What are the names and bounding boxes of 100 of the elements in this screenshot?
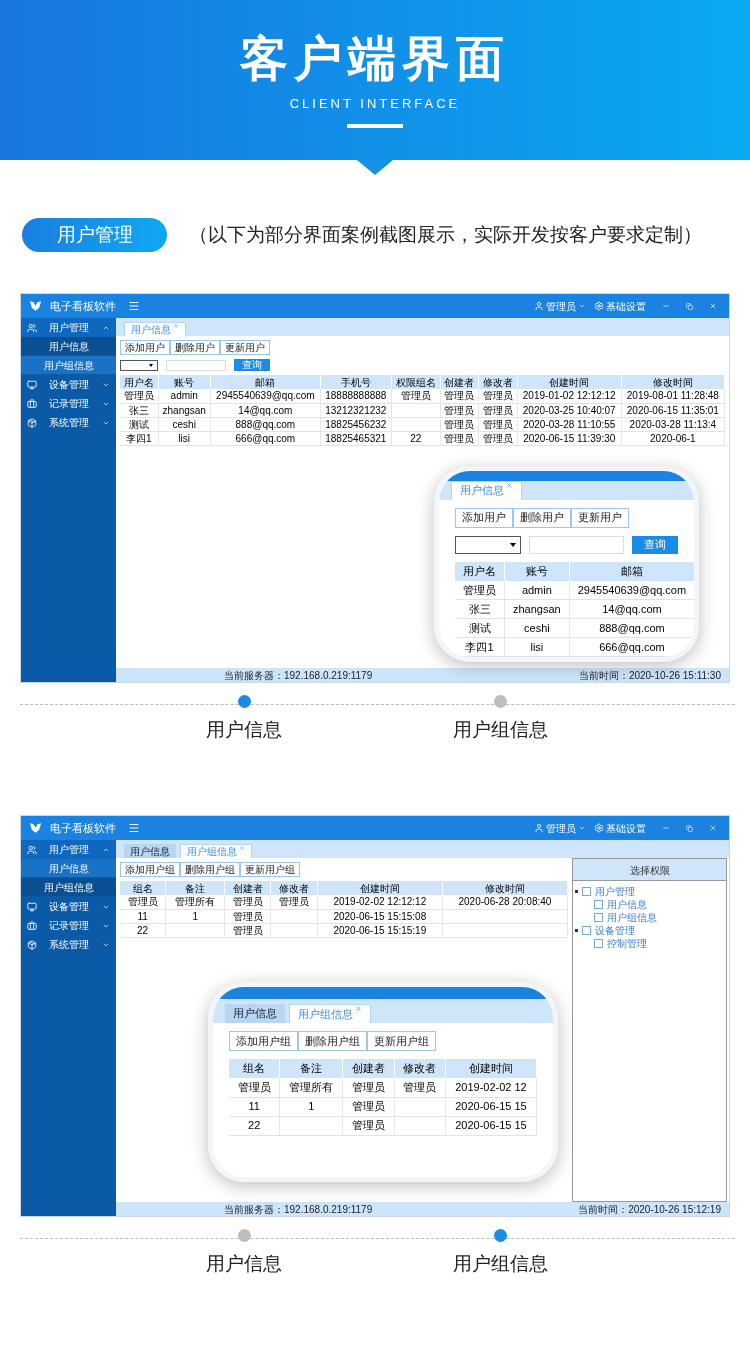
column-header: 修改时间 <box>442 881 568 895</box>
sidebar-subitem[interactable]: 用户信息 <box>21 337 116 356</box>
table-cell: 22 <box>391 431 441 445</box>
search-field[interactable] <box>166 359 226 371</box>
logo-icon <box>29 822 42 834</box>
column-header: 创建时间 <box>317 881 443 895</box>
sidebar-subitem[interactable]: 用户组信息 <box>21 878 116 897</box>
query-button[interactable]: 查询 <box>234 359 270 371</box>
table-cell: 管理员 <box>224 895 271 909</box>
close-icon[interactable] <box>355 1005 362 1012</box>
column-header: 修改者 <box>270 881 318 895</box>
table-cell: 2020-06-15 15 <box>445 1116 537 1135</box>
menu-icon[interactable] <box>128 300 140 312</box>
toolbar-button[interactable]: 更新用户 <box>571 507 629 528</box>
checkbox[interactable] <box>582 887 591 896</box>
user-icon <box>534 823 544 833</box>
table-cell: 2020-06-15 15 <box>445 1097 537 1116</box>
table-cell: 2020-03-28 11:13:4 <box>621 417 725 431</box>
table-cell: 管理员 <box>394 1078 446 1097</box>
tree-label: 用户信息 <box>607 898 647 912</box>
checkbox[interactable] <box>594 939 603 948</box>
sidebar-subitem[interactable]: 用户组信息 <box>21 356 116 375</box>
toolbar-button[interactable]: 添加用户组 <box>120 862 180 877</box>
menu-icon[interactable] <box>128 822 140 834</box>
table-cell: 2020-03-28 11:10:55 <box>517 417 622 431</box>
settings-button[interactable]: 基础设置 <box>594 820 646 836</box>
toolbar-button[interactable]: 删除用户组 <box>180 862 240 877</box>
table-cell: 2019-02-02 12 <box>445 1078 537 1097</box>
table-cell: 管理员 <box>440 431 479 445</box>
table-cell: 管理员 <box>342 1097 394 1116</box>
query-button[interactable]: 查询 <box>632 535 678 554</box>
settings-button[interactable]: 基础设置 <box>594 298 646 314</box>
checkbox[interactable] <box>594 900 603 909</box>
menu-item-icon <box>27 939 37 950</box>
close-icon[interactable] <box>239 845 245 851</box>
checkbox[interactable] <box>582 926 591 935</box>
toolbar-button[interactable]: 更新用户 <box>220 340 270 355</box>
table-cell: 测试 <box>455 618 505 638</box>
table-cell: 张三 <box>120 403 158 417</box>
restore-icon[interactable] <box>686 302 693 310</box>
table-cell: 2020-06-15 15:15:19 <box>317 923 443 937</box>
tree-label: 设备管理 <box>595 924 635 938</box>
banner-pointer <box>357 160 393 175</box>
sidebar-item[interactable]: 用户管理 <box>21 840 116 859</box>
minimize-icon[interactable] <box>662 302 670 310</box>
user-menu[interactable]: 管理员 <box>534 820 586 836</box>
close-icon[interactable] <box>173 323 179 329</box>
banner-underline <box>347 123 403 128</box>
table-cell: 22 <box>229 1116 280 1135</box>
table-cell: 2945540639@qq.com <box>210 389 321 403</box>
checkbox[interactable] <box>594 913 603 922</box>
table-cell: 管理员 <box>270 895 318 909</box>
tab[interactable]: 用户组信息 <box>180 844 252 858</box>
column-header: 备注 <box>165 881 225 895</box>
minimize-icon[interactable] <box>662 824 670 832</box>
table-cell: admin <box>504 580 570 600</box>
user-icon <box>534 301 544 311</box>
pager-label[interactable]: 用户信息 <box>206 1250 282 1279</box>
table-cell: 管理员 <box>224 909 271 923</box>
table-cell: 18825456232 <box>320 417 392 431</box>
table-cell: 管理员 <box>229 1078 280 1097</box>
pager-label[interactable]: 用户组信息 <box>452 716 548 745</box>
tab[interactable]: 用户组信息 <box>289 1004 371 1023</box>
restore-icon[interactable] <box>686 824 693 832</box>
table-cell: 666@qq.com <box>569 637 694 657</box>
table-cell: 18888888888 <box>320 389 392 403</box>
pager-label[interactable]: 用户信息 <box>206 716 282 745</box>
close-icon[interactable] <box>506 481 513 489</box>
logo-icon <box>29 300 42 312</box>
sidebar-subitem[interactable]: 用户信息 <box>21 859 116 878</box>
toolbar-button[interactable]: 添加用户 <box>455 507 513 528</box>
tab[interactable]: 用户信息 <box>124 844 176 858</box>
toolbar-button[interactable]: 删除用户组 <box>298 1031 367 1051</box>
toolbar-button[interactable]: 添加用户 <box>120 340 170 355</box>
pager-label[interactable]: 用户组信息 <box>452 1250 548 1279</box>
dropdown[interactable] <box>120 359 158 371</box>
toolbar-button[interactable]: 更新用户组 <box>240 862 300 877</box>
table-cell: 张三 <box>455 599 505 619</box>
section-note: （以下为部分界面案例截图展示，实际开发按客户要求定制） <box>189 222 702 247</box>
user-menu[interactable]: 管理员 <box>534 298 586 314</box>
toolbar-button[interactable]: 删除用户 <box>513 507 571 528</box>
tab[interactable]: 用户信息 <box>124 322 186 336</box>
toolbar-button[interactable]: 添加用户组 <box>229 1031 298 1051</box>
tree-label: 用户组信息 <box>607 911 657 925</box>
table-cell: lisi <box>158 431 211 445</box>
table-cell: 18825465321 <box>320 431 392 445</box>
dropdown[interactable] <box>455 535 521 554</box>
search-field[interactable] <box>529 535 624 554</box>
tab[interactable]: 用户信息 <box>225 1004 285 1023</box>
tree-label: 控制管理 <box>607 937 647 951</box>
column-header: 邮箱 <box>569 561 694 581</box>
table-cell: 13212321232 <box>320 403 392 417</box>
toolbar-button[interactable]: 删除用户 <box>170 340 220 355</box>
table-cell: 李四1 <box>455 637 505 657</box>
table-cell: 2019-08-01 11:28:48 <box>621 389 725 403</box>
sidebar-item[interactable]: 用户管理 <box>21 318 116 337</box>
table-cell: 管理所有 <box>279 1078 343 1097</box>
banner-title: 客户端界面 <box>240 31 510 87</box>
app-title: 电子看板软件 <box>50 820 116 836</box>
toolbar-button[interactable]: 更新用户组 <box>367 1031 436 1051</box>
